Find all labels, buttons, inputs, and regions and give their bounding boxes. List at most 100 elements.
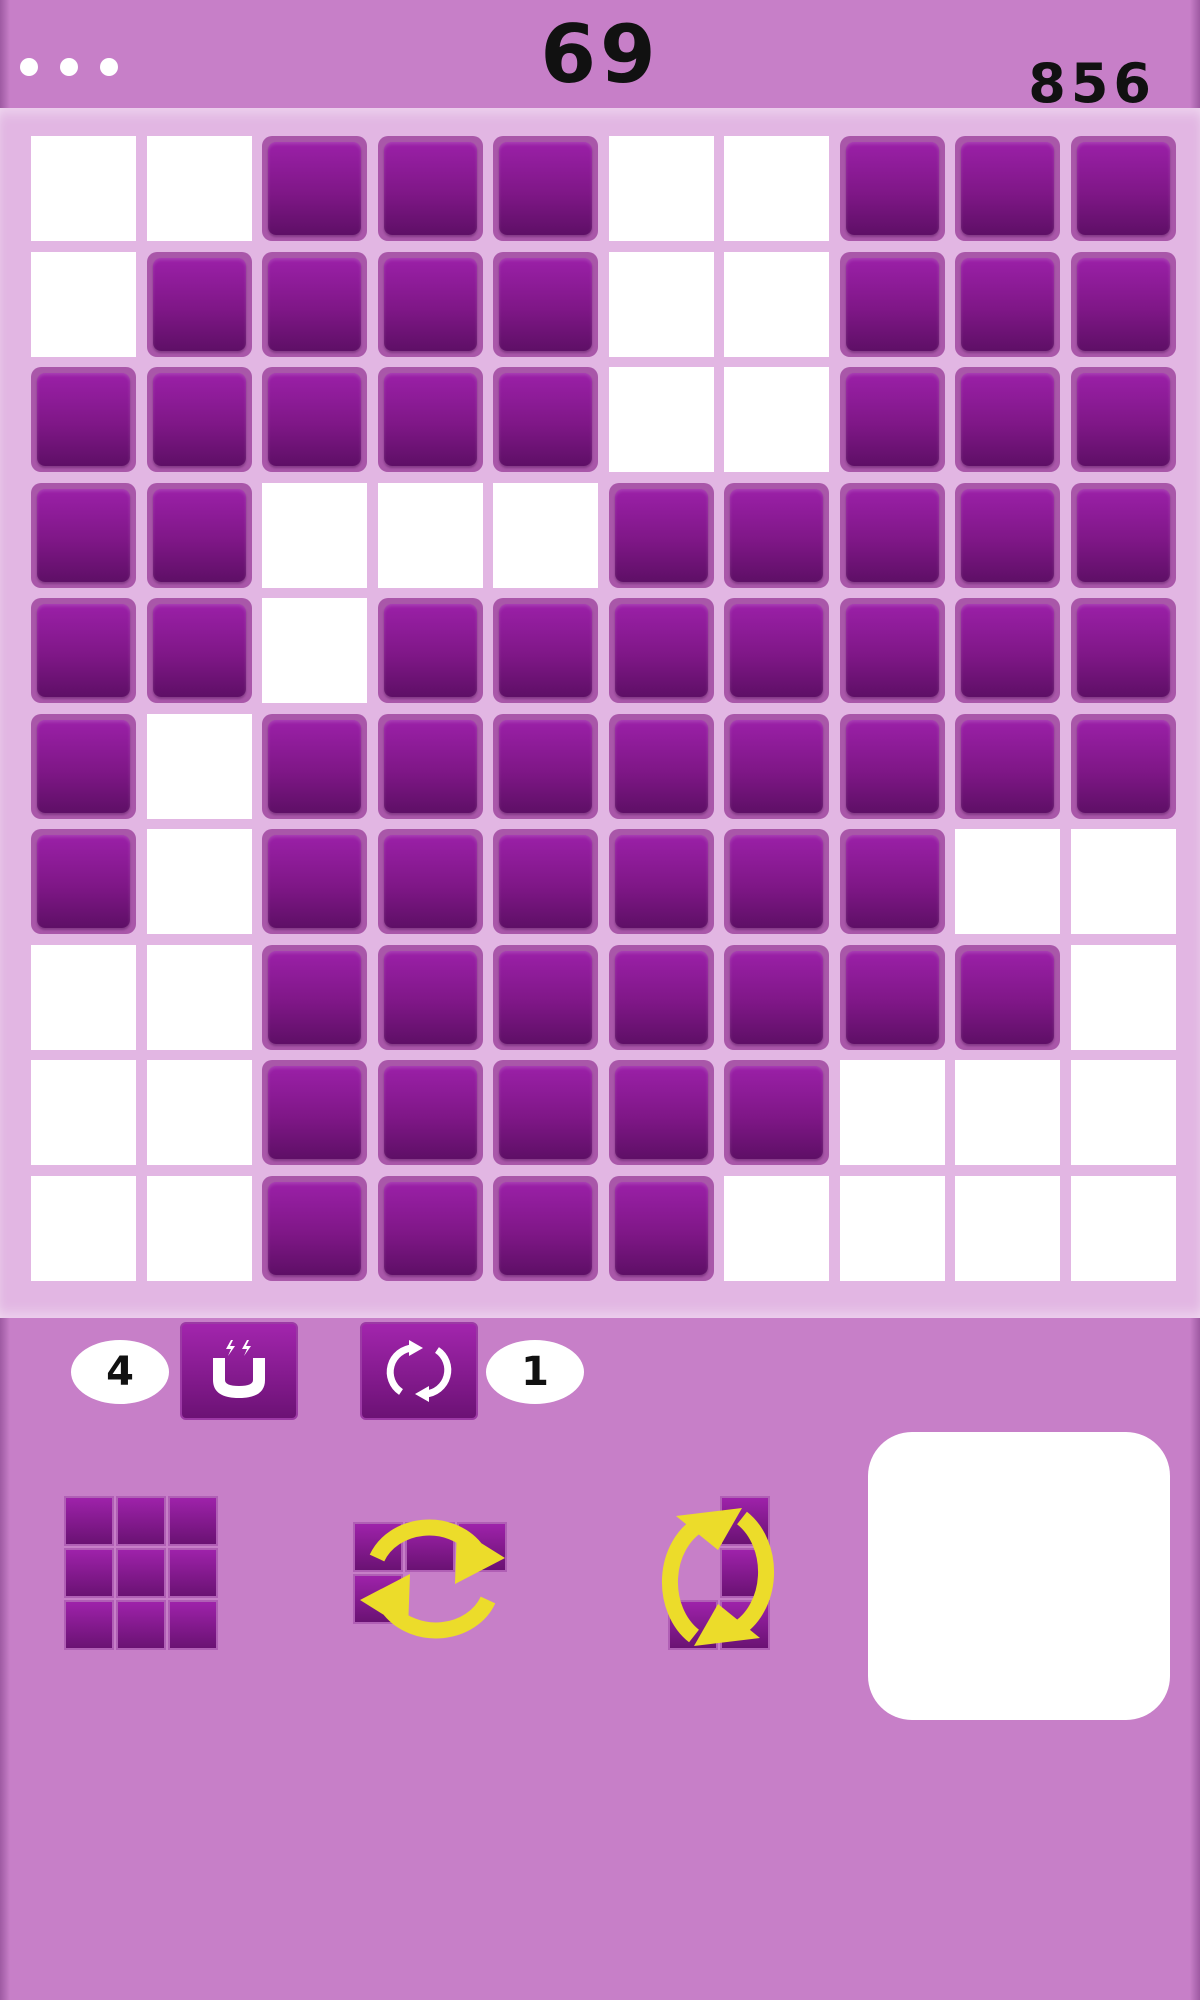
board-tile[interactable]: [493, 598, 598, 703]
board-tile[interactable]: [146, 251, 252, 357]
board-tile[interactable]: [839, 367, 945, 472]
board-tile[interactable]: [839, 598, 945, 703]
board-tile[interactable]: [377, 598, 483, 703]
empty-cell[interactable]: [955, 829, 1060, 934]
board-tile[interactable]: [377, 944, 483, 1050]
board-tile[interactable]: [31, 598, 136, 703]
empty-cell[interactable]: [31, 944, 136, 1050]
board-tile[interactable]: [493, 944, 598, 1050]
empty-cell[interactable]: [31, 1060, 136, 1165]
board-tile[interactable]: [493, 367, 598, 472]
board-tile[interactable]: [262, 1060, 367, 1165]
empty-cell[interactable]: [146, 1175, 252, 1281]
board-tile[interactable]: [262, 367, 367, 472]
board-tile[interactable]: [377, 713, 483, 819]
board-tile[interactable]: [146, 482, 252, 588]
board-tile[interactable]: [608, 482, 714, 588]
board-tile[interactable]: [955, 251, 1060, 357]
empty-cell[interactable]: [608, 136, 714, 241]
board-tile[interactable]: [146, 598, 252, 703]
board-tile[interactable]: [31, 482, 136, 588]
board-tile[interactable]: [955, 136, 1060, 241]
board-tile[interactable]: [262, 136, 367, 241]
board-tile[interactable]: [839, 829, 945, 934]
empty-cell[interactable]: [955, 1060, 1060, 1165]
empty-cell[interactable]: [146, 713, 252, 819]
magnet-button[interactable]: [180, 1322, 298, 1420]
board-tile[interactable]: [1070, 136, 1176, 241]
empty-cell[interactable]: [1070, 829, 1176, 934]
board-tile[interactable]: [839, 713, 945, 819]
board-tile[interactable]: [262, 1175, 367, 1281]
board-tile[interactable]: [839, 944, 945, 1050]
board-tile[interactable]: [493, 136, 598, 241]
board-tile[interactable]: [1070, 482, 1176, 588]
board-tile[interactable]: [724, 713, 829, 819]
empty-cell[interactable]: [31, 136, 136, 241]
board-tile[interactable]: [608, 1175, 714, 1281]
hold-slot[interactable]: [868, 1432, 1170, 1720]
board-tile[interactable]: [31, 367, 136, 472]
board-tile[interactable]: [146, 367, 252, 472]
board-tile[interactable]: [955, 944, 1060, 1050]
board-tile[interactable]: [1070, 367, 1176, 472]
empty-cell[interactable]: [1070, 944, 1176, 1050]
empty-cell[interactable]: [839, 1060, 945, 1165]
empty-cell[interactable]: [839, 1175, 945, 1281]
board-tile[interactable]: [955, 598, 1060, 703]
empty-cell[interactable]: [608, 367, 714, 472]
board-tile[interactable]: [493, 1175, 598, 1281]
board-tile[interactable]: [31, 829, 136, 934]
board-tile[interactable]: [608, 713, 714, 819]
empty-cell[interactable]: [31, 251, 136, 357]
empty-cell[interactable]: [608, 251, 714, 357]
board-tile[interactable]: [839, 482, 945, 588]
board-tile[interactable]: [839, 136, 945, 241]
empty-cell[interactable]: [1070, 1175, 1176, 1281]
board-tile[interactable]: [493, 1060, 598, 1165]
board-tile[interactable]: [31, 713, 136, 819]
board-tile[interactable]: [1070, 598, 1176, 703]
board-tile[interactable]: [608, 598, 714, 703]
tray-piece-square[interactable]: [64, 1496, 220, 1652]
board-tile[interactable]: [955, 482, 1060, 588]
board-tile[interactable]: [608, 1060, 714, 1165]
board-grid[interactable]: [31, 136, 1176, 1281]
empty-cell[interactable]: [146, 1060, 252, 1165]
board-tile[interactable]: [262, 713, 367, 819]
board-tile[interactable]: [724, 1060, 829, 1165]
board-tile[interactable]: [262, 251, 367, 357]
board-tile[interactable]: [955, 713, 1060, 819]
board-tile[interactable]: [377, 367, 483, 472]
board-tile[interactable]: [377, 829, 483, 934]
board-tile[interactable]: [724, 482, 829, 588]
empty-cell[interactable]: [493, 482, 598, 588]
empty-cell[interactable]: [146, 136, 252, 241]
empty-cell[interactable]: [724, 367, 829, 472]
board-tile[interactable]: [1070, 713, 1176, 819]
empty-cell[interactable]: [724, 1175, 829, 1281]
board-tile[interactable]: [608, 829, 714, 934]
empty-cell[interactable]: [1070, 1060, 1176, 1165]
board-tile[interactable]: [377, 1175, 483, 1281]
board-tile[interactable]: [724, 829, 829, 934]
board-tile[interactable]: [262, 829, 367, 934]
empty-cell[interactable]: [146, 944, 252, 1050]
board-tile[interactable]: [1070, 251, 1176, 357]
empty-cell[interactable]: [955, 1175, 1060, 1281]
board-tile[interactable]: [493, 713, 598, 819]
empty-cell[interactable]: [724, 136, 829, 241]
empty-cell[interactable]: [262, 598, 367, 703]
empty-cell[interactable]: [146, 829, 252, 934]
rotate-button[interactable]: [360, 1322, 478, 1420]
board-tile[interactable]: [955, 367, 1060, 472]
board-tile[interactable]: [724, 598, 829, 703]
board-tile[interactable]: [493, 829, 598, 934]
empty-cell[interactable]: [377, 482, 483, 588]
board-tile[interactable]: [377, 1060, 483, 1165]
board-tile[interactable]: [377, 136, 483, 241]
board-tile[interactable]: [608, 944, 714, 1050]
empty-cell[interactable]: [724, 251, 829, 357]
board-tile[interactable]: [262, 944, 367, 1050]
board-tile[interactable]: [493, 251, 598, 357]
